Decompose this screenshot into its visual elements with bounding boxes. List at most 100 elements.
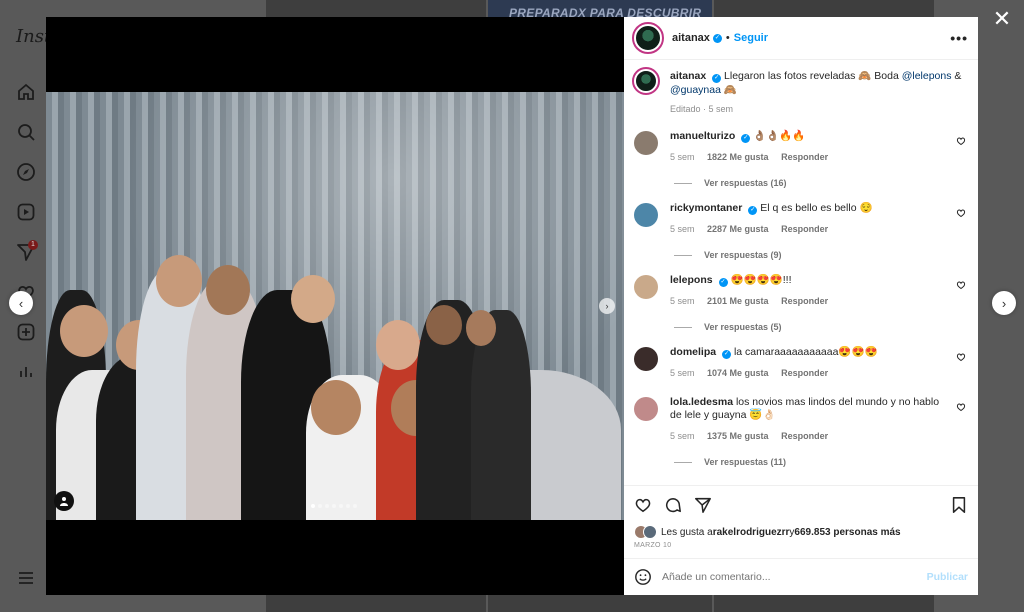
mention-link[interactable]: @guaynaa xyxy=(670,84,721,96)
commenter-username[interactable]: rickymontaner xyxy=(670,202,742,214)
reply-button[interactable]: Responder xyxy=(781,152,828,162)
comment-item: lelepons ✓ 😍😍😍😍!!! 5 sem 2101 Me gusta R… xyxy=(634,274,968,308)
background-grid-tile xyxy=(266,595,486,612)
author-username[interactable]: aitanax xyxy=(672,32,710,44)
comment-item: domelipa ✓ la camaraaaaaaaaaaa😍😍😍 5 sem … xyxy=(634,346,968,380)
close-modal-button[interactable]: ✕ xyxy=(990,8,1014,32)
comment-like-heart-icon[interactable] xyxy=(956,136,966,146)
comment-like-heart-icon[interactable] xyxy=(956,352,966,362)
comment-time: 5 sem xyxy=(670,368,695,378)
caption-time: 5 sem xyxy=(708,104,734,114)
carousel-dots xyxy=(311,504,357,508)
comment-like-heart-icon[interactable] xyxy=(956,208,966,218)
comment-likes[interactable]: 1375 Me gusta xyxy=(707,431,769,441)
add-comment-bar: Publicar xyxy=(624,558,978,595)
separator-dot: • xyxy=(725,32,730,44)
caption-username[interactable]: aitanax xyxy=(670,70,706,82)
notification-badge: 1 xyxy=(28,240,38,250)
bookmark-icon[interactable] xyxy=(950,496,968,514)
comment-time: 5 sem xyxy=(670,296,695,306)
dashboard-icon[interactable] xyxy=(16,362,36,382)
comment-item: rickymontaner ✓ El q es bello es bello 😌… xyxy=(634,202,968,236)
carousel-dot xyxy=(318,504,322,508)
commenter-username[interactable]: lola.ledesma xyxy=(670,396,733,408)
carousel-dot xyxy=(339,504,343,508)
post-caption: aitanax ✓ Llegaron las fotos reveladas 🙈… xyxy=(632,67,968,116)
more-options-icon[interactable]: ••• xyxy=(950,30,968,46)
user-tag-icon[interactable] xyxy=(54,491,74,511)
likes-count[interactable]: 669.853 personas más xyxy=(794,527,900,538)
post-date: MARZO 10 xyxy=(634,542,672,549)
view-replies-button[interactable]: Ver respuestas (16) xyxy=(674,178,968,188)
verified-icon: ✓ xyxy=(741,134,751,143)
share-icon[interactable] xyxy=(694,496,712,514)
likes-prefix: Les gusta a xyxy=(661,526,713,538)
comment-time: 5 sem xyxy=(670,224,695,234)
reels-icon[interactable] xyxy=(16,202,36,222)
search-icon[interactable] xyxy=(16,122,36,142)
caption-text: 🙈 xyxy=(720,84,737,96)
comment-text: El q es bello es bello 😌 xyxy=(760,202,873,214)
media-next-button[interactable]: › xyxy=(599,298,615,314)
caption-text: Llegaron las fotos reveladas 🙈 Boda xyxy=(724,70,902,82)
commenter-avatar[interactable] xyxy=(634,347,658,371)
commenter-username[interactable]: manuelturizo xyxy=(670,130,735,142)
carousel-dot xyxy=(346,504,350,508)
person-icon xyxy=(60,497,68,506)
explore-icon[interactable] xyxy=(16,162,36,182)
publish-button[interactable]: Publicar xyxy=(927,571,968,583)
previous-post-button[interactable]: ‹ xyxy=(9,291,33,315)
post-actions: Les gusta a rakelrodriguezrr y 669.853 p… xyxy=(624,485,978,565)
verified-icon: ✓ xyxy=(712,33,722,43)
reply-button[interactable]: Responder xyxy=(781,431,828,441)
author-avatar[interactable] xyxy=(632,67,660,95)
post-photo xyxy=(46,92,624,520)
like-heart-icon[interactable] xyxy=(634,496,652,514)
likes-summary[interactable]: Les gusta a rakelrodriguezrr y 669.853 p… xyxy=(634,525,968,539)
menu-icon[interactable] xyxy=(16,568,36,588)
comment-like-heart-icon[interactable] xyxy=(956,280,966,290)
commenter-username[interactable]: lelepons xyxy=(670,274,713,286)
comment-like-heart-icon[interactable] xyxy=(956,402,966,412)
comment-icon[interactable] xyxy=(664,496,682,514)
likes-user[interactable]: rakelrodriguezrr xyxy=(713,527,790,538)
verified-icon: ✓ xyxy=(722,350,732,359)
comment-likes[interactable]: 2101 Me gusta xyxy=(707,296,769,306)
post-side-panel: aitanax ✓ • Seguir ••• aitanax ✓ Llegaro… xyxy=(624,17,978,595)
comment-text: 😍😍😍😍!!! xyxy=(730,274,792,286)
create-icon[interactable] xyxy=(16,322,36,342)
mention-link[interactable]: @lelepons xyxy=(902,70,952,82)
next-post-button[interactable]: › xyxy=(992,291,1016,315)
view-replies-button[interactable]: Ver respuestas (5) xyxy=(674,322,968,332)
comment-likes[interactable]: 1074 Me gusta xyxy=(707,368,769,378)
reply-button[interactable]: Responder xyxy=(781,296,828,306)
follow-button[interactable]: Seguir xyxy=(734,32,768,44)
post-media[interactable]: › xyxy=(46,17,624,595)
home-icon[interactable] xyxy=(16,82,36,102)
comment-likes[interactable]: 2287 Me gusta xyxy=(707,224,769,234)
post-header: aitanax ✓ • Seguir ••• xyxy=(624,17,978,60)
photo-people xyxy=(46,210,624,520)
reply-button[interactable]: Responder xyxy=(781,368,828,378)
view-replies-button[interactable]: Ver respuestas (11) xyxy=(674,457,968,467)
carousel-dot xyxy=(332,504,336,508)
comment-text: la camaraaaaaaaaaaa😍😍😍 xyxy=(733,346,878,358)
caption-text: & xyxy=(951,70,962,82)
emoji-icon[interactable] xyxy=(634,568,652,586)
commenter-avatar[interactable] xyxy=(634,203,658,227)
comment-likes[interactable]: 1822 Me gusta xyxy=(707,152,769,162)
comment-input[interactable] xyxy=(662,571,927,583)
commenter-avatar[interactable] xyxy=(634,131,658,155)
reply-button[interactable]: Responder xyxy=(781,224,828,234)
author-avatar[interactable] xyxy=(632,22,664,54)
edited-label: Editado xyxy=(670,104,701,114)
view-replies-button[interactable]: Ver respuestas (9) xyxy=(674,250,968,260)
comments-list[interactable]: aitanax ✓ Llegaron las fotos reveladas 🙈… xyxy=(624,61,978,485)
commenter-username[interactable]: domelipa xyxy=(670,346,716,358)
verified-icon: ✓ xyxy=(718,278,728,287)
commenter-avatar[interactable] xyxy=(634,275,658,299)
comment-text: 👌🏽👌🏽🔥🔥 xyxy=(753,130,806,142)
verified-icon: ✓ xyxy=(748,206,758,215)
comment-time: 5 sem xyxy=(670,431,695,441)
commenter-avatar[interactable] xyxy=(634,397,658,421)
